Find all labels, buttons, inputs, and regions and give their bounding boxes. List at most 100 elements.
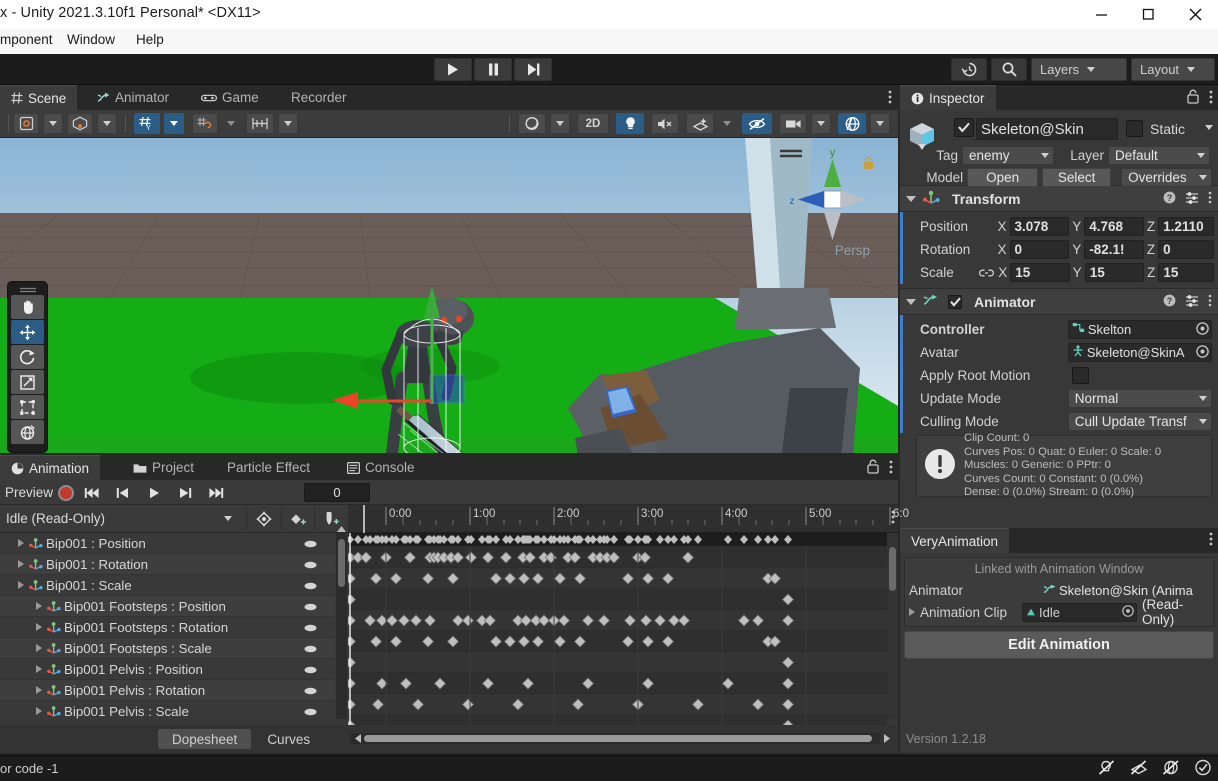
- inspector-kebab-menu-icon[interactable]: [1209, 90, 1213, 109]
- dopesheet-scrollbar[interactable]: [887, 533, 898, 719]
- animation-lock-icon[interactable]: [867, 459, 879, 479]
- scene-visibility-toggle[interactable]: [742, 113, 772, 134]
- inspector-lock-icon[interactable]: [1187, 89, 1199, 109]
- palette-grip[interactable]: [11, 285, 44, 294]
- property-foldout-icon[interactable]: [36, 665, 42, 673]
- play-button[interactable]: [141, 483, 167, 502]
- animation-property-row[interactable]: Bip001 Footsteps : Rotation: [0, 617, 335, 638]
- va-clip-picker-icon[interactable]: [1122, 604, 1134, 620]
- animator-enabled-checkbox[interactable]: [948, 294, 962, 309]
- next-keyframe-button[interactable]: [172, 483, 198, 502]
- scene-tools-palette[interactable]: [7, 281, 48, 453]
- property-foldout-icon[interactable]: [36, 707, 42, 715]
- 2d-toggle[interactable]: 2D: [577, 113, 609, 134]
- position-z-field[interactable]: 1.2110: [1158, 217, 1214, 236]
- scroll-left-arrow-icon[interactable]: [352, 733, 363, 744]
- layers-dropdown[interactable]: Layers: [1031, 58, 1127, 81]
- update-mode-dropdown[interactable]: Normal: [1067, 389, 1212, 408]
- edit-animation-button[interactable]: Edit Animation: [904, 631, 1214, 659]
- property-curve-toggle-icon[interactable]: [304, 536, 317, 551]
- pivot-mode-dropdown[interactable]: [43, 113, 63, 134]
- scale-x-field[interactable]: 15: [1010, 263, 1070, 282]
- pivot-mode-button[interactable]: [13, 113, 39, 134]
- rotation-x-field[interactable]: 0: [1009, 240, 1070, 259]
- animator-foldout-icon[interactable]: [906, 298, 916, 305]
- menu-item-window[interactable]: Window: [67, 32, 115, 47]
- tab-animation[interactable]: Animation: [0, 455, 101, 480]
- timeline-ruler[interactable]: 0:00 1:00 2:00 3:00 4:00 5:00 6:0: [348, 505, 909, 533]
- tab-dopesheet[interactable]: Dopesheet: [158, 729, 252, 749]
- position-x-field[interactable]: 3.078: [1009, 217, 1070, 236]
- animator-kebab-menu-icon[interactable]: [1208, 294, 1212, 310]
- rect-tool-button[interactable]: [11, 395, 44, 419]
- scene-kebab-menu-icon[interactable]: [888, 90, 892, 109]
- animation-property-row[interactable]: Bip001 : Position: [0, 533, 335, 554]
- va-animator-value[interactable]: Skeleton@Skin (Anima: [1059, 583, 1193, 598]
- property-foldout-icon[interactable]: [36, 623, 42, 631]
- no-lighting-icon[interactable]: [1098, 759, 1116, 781]
- avatar-object-field[interactable]: Skeleton@SkinA: [1067, 343, 1212, 362]
- scroll-up-arrow-icon[interactable]: [337, 525, 346, 533]
- status-message[interactable]: or code -1: [0, 761, 59, 776]
- search-icon[interactable]: [991, 58, 1027, 81]
- animation-property-row[interactable]: Bip001 : Rotation: [0, 554, 335, 575]
- transform-component-header[interactable]: Transform ?: [900, 185, 1218, 212]
- overrides-dropdown[interactable]: Overrides: [1121, 168, 1212, 187]
- property-foldout-icon[interactable]: [36, 686, 42, 694]
- property-curve-toggle-icon[interactable]: [304, 599, 317, 614]
- check-icon[interactable]: [1194, 759, 1212, 781]
- object-name-field[interactable]: Skeleton@Skin: [976, 118, 1118, 140]
- static-checkbox[interactable]: [1126, 120, 1143, 137]
- property-foldout-icon[interactable]: [36, 602, 42, 610]
- object-active-checkbox[interactable]: [954, 118, 974, 137]
- animation-kebab-menu-icon[interactable]: [889, 460, 893, 479]
- scene-orientation-gizmo[interactable]: y z: [776, 143, 888, 261]
- property-foldout-icon[interactable]: [18, 581, 24, 589]
- animator-preset-icon[interactable]: [1185, 294, 1199, 310]
- transform-help-icon[interactable]: ?: [1163, 191, 1176, 207]
- property-list-scrollbar[interactable]: [336, 526, 347, 732]
- close-button[interactable]: [1172, 0, 1218, 29]
- current-frame-field[interactable]: 0: [304, 483, 371, 502]
- scene-viewport[interactable]: y z Persp: [0, 138, 898, 453]
- scale-tool-button[interactable]: [11, 370, 44, 394]
- tab-curves[interactable]: Curves: [253, 729, 324, 749]
- scroll-right-arrow-icon[interactable]: [881, 733, 892, 744]
- model-open-button[interactable]: Open: [967, 168, 1039, 187]
- lighting-toggle[interactable]: [616, 113, 644, 134]
- move-tool-button[interactable]: [11, 320, 44, 344]
- animation-property-row[interactable]: Bip001 Pelvis : Scale: [0, 701, 335, 719]
- animation-property-row[interactable]: Bip001 Footsteps : Scale: [0, 638, 335, 659]
- grid-snap-dropdown[interactable]: [164, 113, 184, 134]
- maximize-button[interactable]: [1125, 0, 1171, 29]
- controller-picker-icon[interactable]: [1196, 321, 1209, 338]
- last-frame-button[interactable]: [203, 483, 229, 502]
- animation-property-row[interactable]: Bip001 : Scale: [0, 575, 335, 596]
- animation-property-row[interactable]: Bip001 Footsteps : Position: [0, 596, 335, 617]
- property-curve-toggle-icon[interactable]: [304, 641, 317, 656]
- prev-keyframe-button[interactable]: [110, 483, 136, 502]
- history-icon[interactable]: [951, 58, 987, 81]
- tab-particle-effect[interactable]: Particle Effect: [216, 455, 321, 480]
- property-curve-toggle-icon[interactable]: [304, 578, 317, 593]
- tab-console[interactable]: Console: [336, 455, 426, 480]
- layer-dropdown[interactable]: Default: [1108, 146, 1210, 165]
- timeline-horizontal-scrollbar[interactable]: [350, 733, 880, 744]
- va-clip-foldout-icon[interactable]: [909, 608, 915, 616]
- animation-property-row[interactable]: Bip001 Pelvis : Position: [0, 659, 335, 680]
- tab-game[interactable]: Game: [190, 85, 270, 110]
- hand-tool-button[interactable]: [11, 295, 44, 319]
- scale-y-field[interactable]: 15: [1084, 263, 1145, 282]
- dopesheet-area[interactable]: [348, 533, 898, 736]
- transform-preset-icon[interactable]: [1185, 191, 1199, 207]
- culling-mode-dropdown[interactable]: Cull Update Transf: [1067, 412, 1212, 431]
- record-button[interactable]: [58, 484, 75, 501]
- property-foldout-icon[interactable]: [18, 539, 24, 547]
- tab-scene[interactable]: Scene: [0, 85, 78, 110]
- va-clip-object-field[interactable]: Idle: [1022, 602, 1137, 622]
- grid-snapping-button[interactable]: [192, 113, 218, 134]
- scale-z-field[interactable]: 15: [1158, 263, 1214, 282]
- tag-dropdown[interactable]: enemy: [962, 146, 1054, 165]
- menu-item-component[interactable]: mponent: [0, 32, 53, 47]
- layout-dropdown[interactable]: Layout: [1131, 58, 1215, 81]
